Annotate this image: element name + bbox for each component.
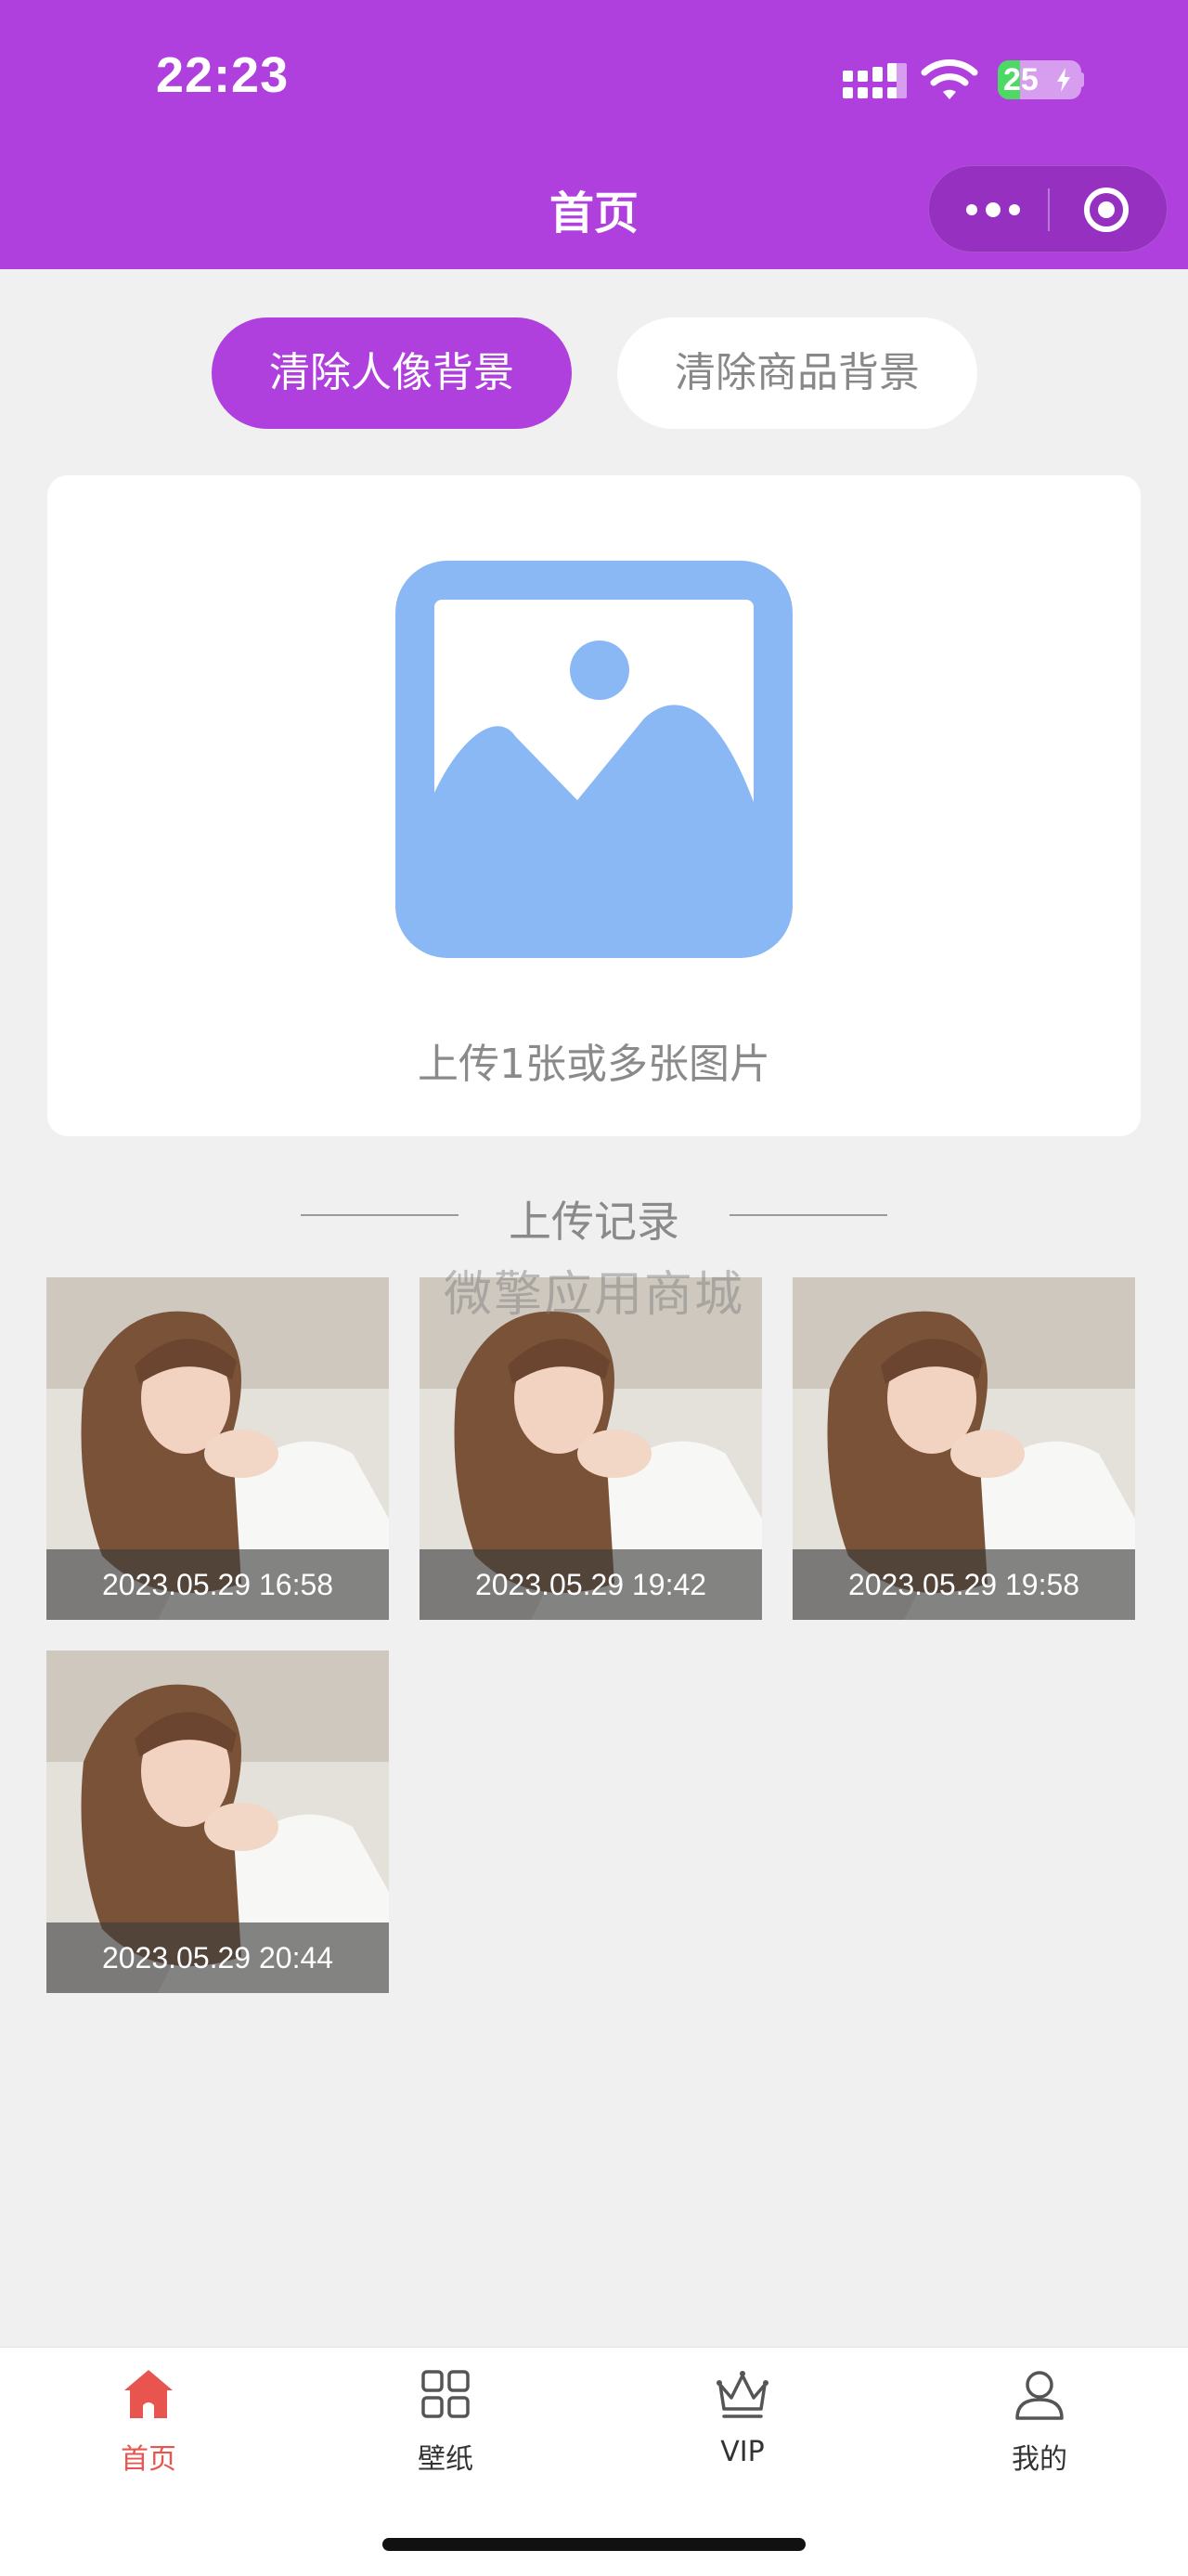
record-time: 2023.05.29 16:58 <box>46 1549 389 1620</box>
image-upload-icon[interactable] <box>395 561 793 958</box>
battery-nub <box>1079 72 1084 87</box>
record-time: 2023.05.29 20:44 <box>46 1922 389 1993</box>
records-title: 上传记录 <box>509 1197 679 1247</box>
record-thumbnail[interactable]: 2023.05.29 20:44 <box>46 1650 389 1993</box>
grid-icon <box>421 2370 470 2418</box>
status-time: 22:23 <box>156 47 290 103</box>
record-time: 2023.05.29 19:58 <box>793 1549 1135 1620</box>
capsule-divider <box>1048 188 1050 231</box>
crown-icon <box>717 2371 768 2418</box>
tab-wallpaper[interactable]: 壁纸 <box>297 2348 594 2487</box>
wifi-icon <box>921 59 978 99</box>
tab-home-label: 首页 <box>121 2443 176 2476</box>
tab-mine[interactable]: 我的 <box>891 2348 1188 2487</box>
home-icon <box>124 2370 173 2418</box>
home-indicator <box>382 2538 806 2551</box>
upload-hint: 上传1张或多张图片 <box>418 1041 770 1088</box>
battery-level: 25 <box>1003 62 1039 97</box>
segment-product-button[interactable]: 清除商品背景 <box>617 317 977 429</box>
tab-vip-label: VIP <box>720 2436 765 2468</box>
close-miniprogram-icon[interactable] <box>1083 187 1130 233</box>
tab-home[interactable]: 首页 <box>0 2348 297 2487</box>
divider-right <box>730 1214 887 1216</box>
header: 22:23 25 首页 <box>0 0 1188 269</box>
miniprogram-capsule <box>928 165 1168 252</box>
upload-card[interactable]: 上传1张或多张图片 <box>47 475 1141 1136</box>
tab-vip[interactable]: VIP <box>594 2348 891 2487</box>
watermark-text: 微擎应用商城 <box>443 1267 744 1323</box>
battery-indicator: 25 <box>998 60 1081 99</box>
segment-portrait-button[interactable]: 清除人像背景 <box>212 317 572 429</box>
record-time: 2023.05.29 19:42 <box>420 1549 762 1620</box>
tab-mine-label: 我的 <box>1012 2443 1067 2476</box>
signal-icon <box>843 63 907 98</box>
record-thumbnail[interactable]: 2023.05.29 19:42 <box>420 1277 762 1620</box>
record-thumbnail[interactable]: 2023.05.29 16:58 <box>46 1277 389 1620</box>
more-icon[interactable] <box>964 196 1022 224</box>
tab-wallpaper-label: 壁纸 <box>418 2443 473 2476</box>
record-thumbnail[interactable]: 2023.05.29 19:58 <box>793 1277 1135 1620</box>
charging-icon <box>1057 68 1070 92</box>
user-icon <box>1015 2371 1064 2420</box>
